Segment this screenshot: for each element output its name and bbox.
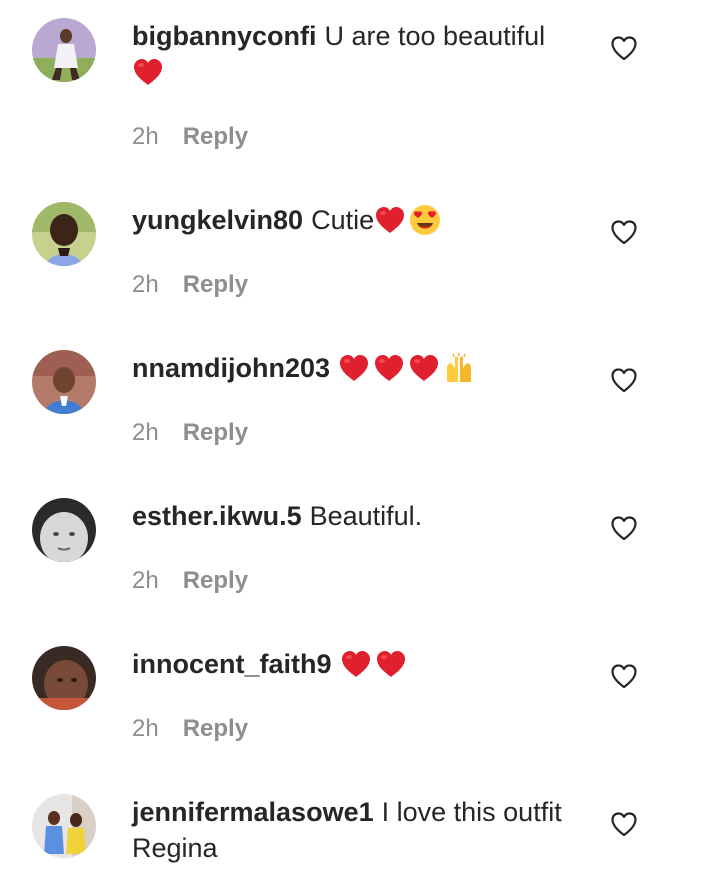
comment-text: nnamdijohn203 [132, 350, 582, 386]
red-heart-emoji [408, 353, 440, 383]
avatar[interactable] [32, 646, 96, 710]
avatar-image [32, 350, 96, 414]
reply-button[interactable]: Reply [183, 122, 248, 152]
comment-username[interactable]: bigbannyconfi [132, 21, 317, 51]
comment-timestamp: 2h [132, 567, 159, 594]
heart-outline-icon[interactable] [610, 219, 638, 245]
heart-outline-icon[interactable] [610, 811, 638, 837]
red-heart-emoji [340, 649, 372, 679]
comment-text: jennifermalasowe1 I love this outfit Regi… [132, 794, 582, 866]
reply-button[interactable]: Reply [183, 270, 248, 300]
avatar[interactable] [32, 350, 96, 414]
heart-outline-icon[interactable] [610, 663, 638, 689]
heart-outline-icon[interactable] [610, 367, 638, 393]
comment-meta: 2h Reply [132, 714, 248, 744]
avatar-image [32, 18, 96, 82]
comment-username[interactable]: jennifermalasowe1 [132, 797, 374, 827]
comment-text: yungkelvin80 Cutie [132, 202, 582, 238]
reply-button[interactable]: Reply [183, 418, 248, 448]
avatar-image [32, 202, 96, 266]
comment-text: bigbannyconfi U are too beautiful [132, 18, 582, 90]
comment-username[interactable]: nnamdijohn203 [132, 353, 330, 383]
avatar-image [32, 646, 96, 710]
comment-username[interactable]: innocent_faith9 [132, 649, 332, 679]
comment-meta: 2h Reply [132, 122, 248, 152]
comment-timestamp: 2h [132, 123, 159, 150]
avatar-image [32, 794, 96, 858]
comment-text: esther.ikwu.5 Beautiful. [132, 498, 582, 534]
red-heart-emoji [374, 205, 406, 235]
reply-button[interactable]: Reply [183, 714, 248, 744]
comment-timestamp: 2h [132, 419, 159, 446]
comment-meta: 2h Reply [132, 418, 248, 448]
comment-meta: 2h Reply [132, 566, 248, 596]
raising-hands-emoji [443, 352, 475, 384]
red-heart-emoji [373, 353, 405, 383]
heart-outline-icon[interactable] [610, 515, 638, 541]
comment-message: Beautiful. [309, 501, 423, 531]
red-heart-emoji [375, 649, 407, 679]
reply-button[interactable]: Reply [183, 566, 248, 596]
avatar[interactable] [32, 18, 96, 82]
red-heart-emoji [132, 57, 164, 87]
heart-eyes-emoji [409, 204, 441, 236]
heart-outline-icon[interactable] [610, 35, 638, 61]
avatar[interactable] [32, 498, 96, 562]
comment-message: Cutie [311, 205, 375, 235]
comment-timestamp: 2h [132, 715, 159, 742]
avatar-image [32, 498, 96, 562]
comment-timestamp: 2h [132, 271, 159, 298]
red-heart-emoji [338, 353, 370, 383]
comment-text: innocent_faith9 [132, 646, 582, 682]
comment-message: U are too beautiful [324, 21, 546, 51]
comment-username[interactable]: yungkelvin80 [132, 205, 303, 235]
comment-username[interactable]: esther.ikwu.5 [132, 501, 302, 531]
comment-meta: 2h Reply [132, 270, 248, 300]
avatar[interactable] [32, 794, 96, 858]
avatar[interactable] [32, 202, 96, 266]
